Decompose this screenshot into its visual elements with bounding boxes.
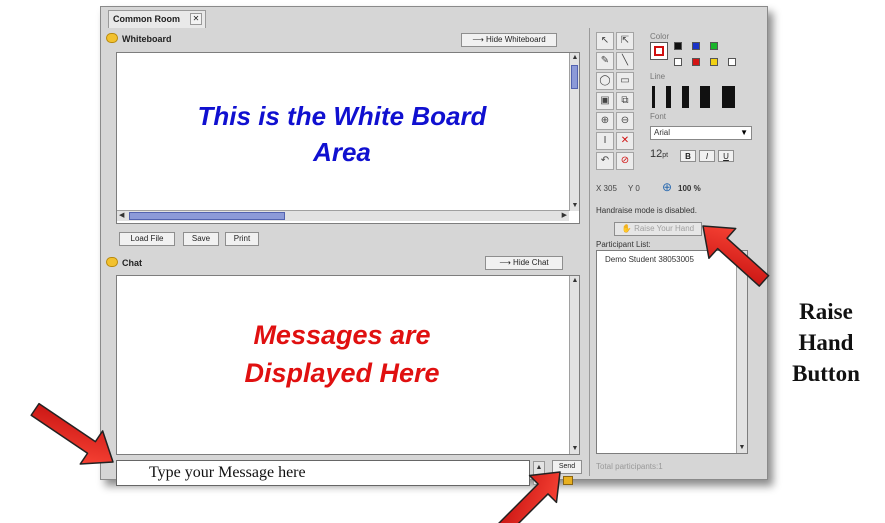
arrow-to-send-button [496,471,561,523]
arrow-to-message-input [30,402,114,465]
arrow-to-raise-hand [702,225,770,287]
annotation-arrows [30,225,770,523]
